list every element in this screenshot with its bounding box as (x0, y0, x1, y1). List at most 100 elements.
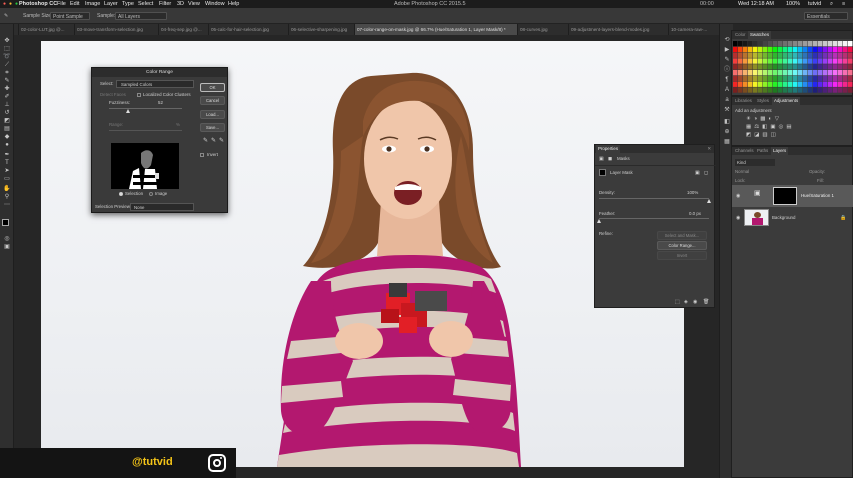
swatch[interactable] (818, 58, 823, 64)
eyedropper-tool-icon[interactable]: ✎ (4, 12, 8, 20)
swatch[interactable] (793, 41, 798, 47)
density-slider-thumb[interactable] (707, 199, 711, 203)
navigator-icon[interactable]: ◧ (723, 119, 731, 125)
eyedropper-plus-icon[interactable]: ✎ (211, 138, 216, 144)
tab-properties[interactable]: Properties (596, 145, 621, 153)
brush-presets-icon[interactable]: ✎ (723, 57, 731, 63)
swatch[interactable] (828, 75, 833, 82)
swatch[interactable] (778, 52, 783, 58)
background-layer-thumbnail[interactable] (744, 209, 769, 226)
menu-image[interactable]: Image (85, 0, 100, 8)
swatch[interactable] (803, 58, 808, 64)
menu-help[interactable]: Help (228, 0, 239, 8)
info-icon[interactable]: ⓘ (723, 67, 731, 73)
feather-slider-track[interactable] (599, 218, 709, 219)
swatch[interactable] (743, 81, 748, 87)
swatch[interactable] (798, 46, 803, 53)
history-brush-icon[interactable]: ↺ (3, 110, 11, 116)
swatch[interactable] (818, 87, 823, 93)
swatch[interactable] (753, 58, 758, 64)
swatch[interactable] (763, 81, 768, 87)
path-select-tool-icon[interactable]: ➤ (3, 168, 11, 174)
timeline-icon[interactable]: ▦ (723, 139, 731, 145)
ok-button[interactable]: OK (200, 83, 225, 92)
swatch[interactable] (848, 75, 853, 82)
pen-tool-icon[interactable]: ✒ (3, 152, 11, 158)
swatch[interactable] (843, 58, 848, 64)
swatch[interactable] (808, 46, 813, 53)
swatch[interactable] (783, 64, 788, 70)
swatch[interactable] (773, 41, 778, 47)
history-icon[interactable]: ⟲ (723, 37, 731, 43)
menu-window[interactable]: Window (205, 0, 225, 8)
tab-styles[interactable]: Styles (757, 97, 769, 105)
swatch[interactable] (773, 58, 778, 64)
swatch[interactable] (828, 41, 833, 47)
swatch[interactable] (798, 70, 803, 76)
swatch[interactable] (808, 64, 813, 70)
screen-mode-icon[interactable]: ▣ (3, 244, 11, 250)
swatch[interactable] (743, 64, 748, 70)
swatch[interactable] (813, 58, 818, 64)
swatch[interactable] (808, 41, 813, 47)
selection-radio[interactable] (119, 192, 123, 196)
swatch[interactable] (803, 46, 808, 53)
adjustment-icons-row-2[interactable]: ▦⚖◧▣◎▤ (746, 124, 795, 130)
tab-document[interactable]: 03-move-transform-selection.jpg (74, 24, 158, 35)
swatch[interactable] (733, 87, 738, 93)
swatch[interactable] (748, 70, 753, 76)
swatch[interactable] (848, 81, 853, 87)
swatch[interactable] (758, 64, 763, 70)
swatch[interactable] (733, 81, 738, 87)
swatch[interactable] (813, 64, 818, 70)
swatch[interactable] (743, 75, 748, 82)
swatch[interactable] (793, 75, 798, 82)
swatch[interactable] (753, 64, 758, 70)
swatch[interactable] (748, 64, 753, 70)
swatch[interactable] (778, 46, 783, 53)
swatch[interactable] (738, 87, 743, 93)
swatch[interactable] (788, 75, 793, 82)
swatch[interactable] (843, 46, 848, 53)
type-tool-icon[interactable]: T (3, 160, 11, 166)
swatch[interactable] (813, 75, 818, 82)
crop-tool-icon[interactable]: ⌗ (3, 70, 11, 76)
swatch[interactable] (758, 46, 763, 53)
glyphs-icon[interactable]: a (723, 97, 731, 103)
swatch[interactable] (768, 52, 773, 58)
swatch[interactable] (843, 81, 848, 87)
swatch[interactable] (758, 41, 763, 47)
brush-tool-icon[interactable]: ✐ (3, 94, 11, 100)
swatch[interactable] (803, 64, 808, 70)
swatch[interactable] (833, 70, 838, 76)
menu-filter[interactable]: Filter (159, 0, 171, 8)
swatch[interactable] (793, 52, 798, 58)
swatch[interactable] (798, 81, 803, 87)
swatch[interactable] (818, 81, 823, 87)
zoom-tool-icon[interactable]: ⚲ (3, 194, 11, 200)
swatch[interactable] (823, 52, 828, 58)
swatch[interactable] (813, 81, 818, 87)
layer-row-hue-saturation[interactable]: ◉ ▣ Hue/Saturation 1 (732, 185, 853, 207)
swatch[interactable] (758, 52, 763, 58)
swatch[interactable] (848, 64, 853, 70)
panel-close-icon[interactable]: ✕ (707, 145, 711, 153)
swatch[interactable] (823, 58, 828, 64)
swatch[interactable] (753, 70, 758, 76)
swatch[interactable] (793, 70, 798, 76)
more-tools-icon[interactable]: ⋯ (3, 202, 11, 208)
menu-layer[interactable]: Layer (104, 0, 118, 8)
swatch[interactable] (833, 52, 838, 58)
clone-source-icon[interactable]: ⊕ (723, 129, 731, 135)
quick-mask-icon[interactable]: ◎ (3, 236, 11, 242)
swatch[interactable] (793, 81, 798, 87)
swatch[interactable] (823, 41, 828, 47)
filter-kind-dropdown[interactable]: Kind (735, 159, 775, 166)
swatch[interactable] (763, 52, 768, 58)
zoom-window-dot-icon[interactable]: ● (15, 0, 18, 8)
swatch[interactable] (733, 46, 738, 53)
swatch[interactable] (828, 52, 833, 58)
swatch[interactable] (748, 58, 753, 64)
swatch[interactable] (838, 46, 843, 53)
feather-slider-thumb[interactable] (597, 219, 601, 223)
